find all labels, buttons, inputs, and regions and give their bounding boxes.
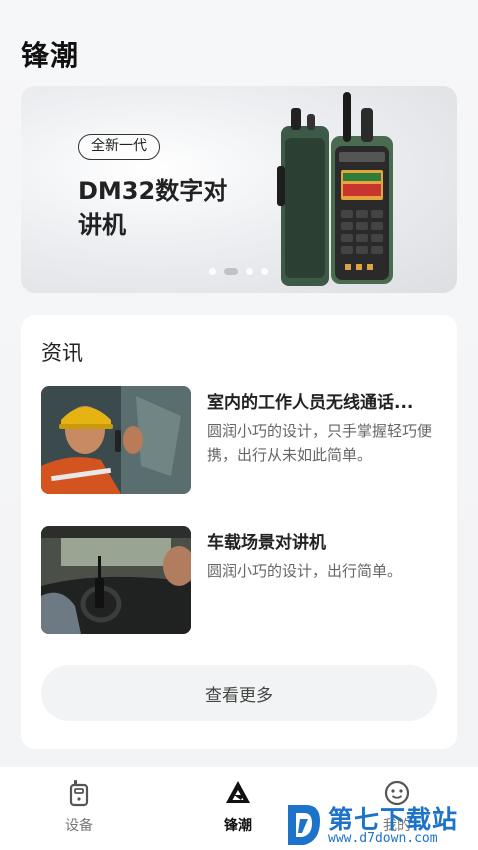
carousel-dot[interactable] (246, 268, 253, 275)
news-item-description: 圆润小巧的设计，只手掌握轻巧便携，出行从未如此简单。 (207, 422, 433, 464)
tab-devices-label: 设备 (65, 818, 93, 834)
news-item-description: 圆润小巧的设计，出行简单。 (207, 562, 403, 580)
watermark-url: www.d7down.com (328, 831, 438, 846)
news-item-title: 车载场景对讲机 (207, 533, 326, 553)
watermark-logo-icon (288, 805, 320, 845)
banner-carousel[interactable]: 全新一代 DM32数字对讲机 (21, 86, 457, 293)
tab-trends[interactable]: 锋潮 (198, 779, 278, 835)
view-more-button[interactable]: 查看更多 (41, 665, 437, 721)
page-title: 锋潮 (21, 39, 80, 72)
carousel-dot-active[interactable] (224, 268, 238, 275)
banner-title: DM32数字对讲机 (78, 177, 228, 239)
tab-devices[interactable]: 设备 (39, 779, 119, 835)
news-item-title: 室内的工作人员无线通话... (207, 393, 414, 413)
triangle-logo-icon (226, 781, 250, 803)
site-watermark: 第七下载站 www.d7down.com (282, 797, 478, 850)
carousel-dot[interactable] (261, 268, 268, 275)
tab-trends-label: 锋潮 (224, 818, 252, 834)
news-heading: 资讯 (41, 341, 83, 365)
walkie-talkie-product-image (277, 92, 393, 286)
carousel-indicator[interactable] (209, 268, 268, 275)
carousel-dot[interactable] (209, 268, 216, 275)
walkie-talkie-icon (69, 780, 89, 807)
news-card: 资讯 室内的工作人员无线通话... 圆润小巧的设计，只手掌握轻巧便携，出行从未如… (21, 315, 457, 749)
banner-badge: 全新一代 (78, 134, 160, 160)
news-thumbnail-worker (41, 386, 191, 494)
news-thumbnail-car (41, 526, 191, 634)
news-item[interactable]: 室内的工作人员无线通话... 圆润小巧的设计，只手掌握轻巧便携，出行从未如此简单… (41, 386, 441, 494)
news-item[interactable]: 车载场景对讲机 圆润小巧的设计，出行简单。 (41, 526, 441, 634)
